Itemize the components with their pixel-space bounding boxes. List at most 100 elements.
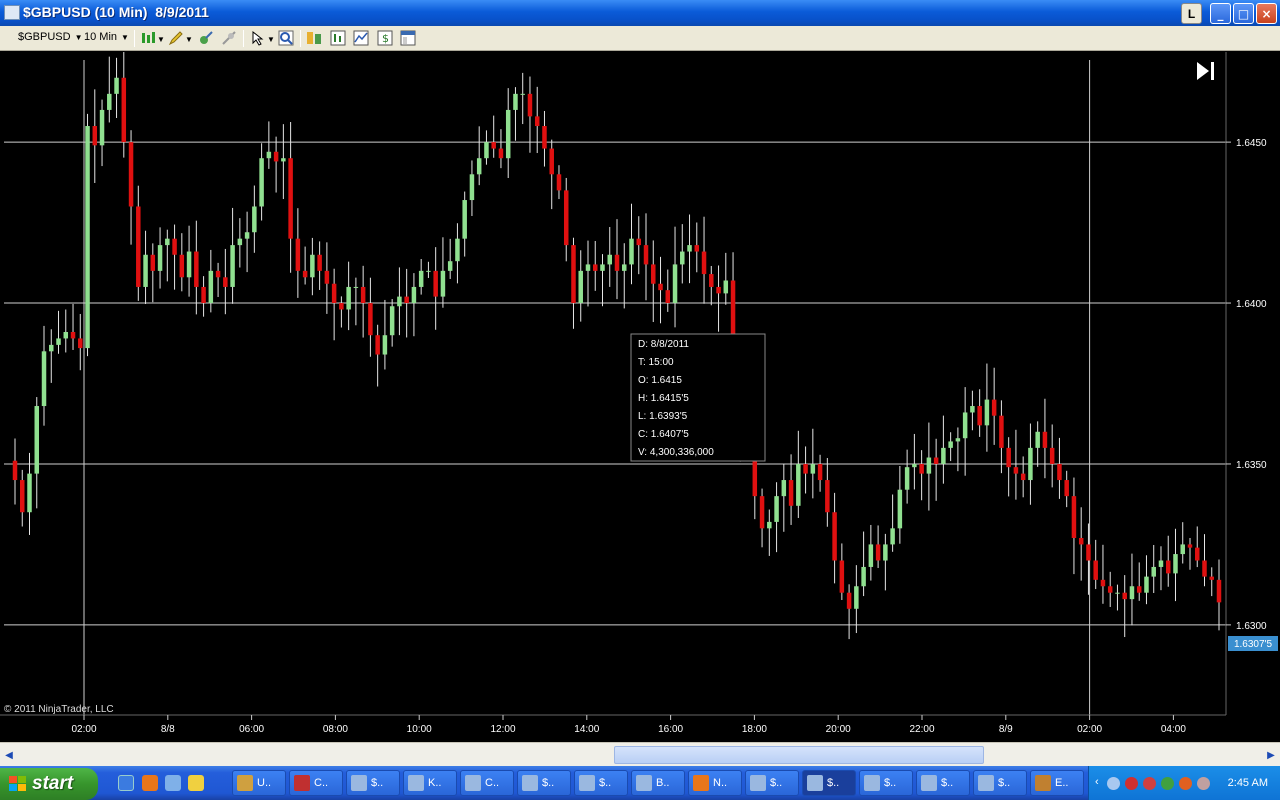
candle-up — [455, 238, 460, 262]
time-tick-label: 02:00 — [71, 724, 96, 735]
time-tick-label: 14:00 — [574, 724, 599, 735]
candle-up — [585, 264, 591, 271]
scroll-left-arrow[interactable]: ◀ — [0, 746, 18, 764]
window-icon — [750, 775, 766, 791]
candle-down — [194, 251, 199, 287]
candlestick-icon[interactable] — [140, 30, 156, 46]
taskbar-item[interactable]: $.. — [973, 770, 1027, 796]
candle-up — [810, 463, 816, 474]
svg-text:$: $ — [382, 32, 389, 45]
close-button[interactable]: × — [1256, 3, 1277, 24]
chart-toolbar: $GBPUSD ▼ 10 Min ▼ ▼ ▼ ▼ $ — [0, 26, 1280, 51]
antivirus-icon[interactable] — [1143, 777, 1156, 790]
window-icon — [237, 775, 253, 791]
candle-up — [208, 270, 214, 304]
chevron-down-icon[interactable]: ▼ — [267, 35, 275, 44]
security-icon[interactable] — [1125, 777, 1138, 790]
link-button[interactable]: L — [1181, 3, 1202, 24]
chevron-down-icon[interactable]: ▼ — [185, 35, 193, 44]
network-icon[interactable] — [1107, 777, 1120, 790]
chevron-left-icon[interactable]: ‹ — [1095, 776, 1099, 788]
taskbar-item[interactable]: E.. — [1030, 770, 1084, 796]
media-player-icon[interactable] — [188, 775, 204, 791]
candle-up — [165, 238, 170, 246]
taskbar-item[interactable]: U.. — [232, 770, 286, 796]
taskbar-item[interactable]: N.. — [688, 770, 742, 796]
candle-down — [636, 238, 642, 246]
strategy-icon[interactable]: $ — [377, 30, 393, 46]
time-tick-label: 20:00 — [826, 724, 851, 735]
candle-up — [281, 158, 286, 162]
toolbar-separator — [300, 30, 301, 47]
candle-down — [1057, 463, 1062, 481]
properties-icon[interactable] — [400, 30, 416, 46]
chevron-down-icon: ▼ — [74, 32, 83, 42]
volume-icon[interactable] — [1197, 777, 1210, 790]
scroll-right-arrow[interactable]: ▶ — [1262, 746, 1280, 764]
candle-down — [709, 274, 714, 287]
pencil-icon[interactable] — [168, 30, 184, 46]
bars-icon[interactable] — [306, 30, 322, 46]
title-bar: $GBPUSD (10 Min) 8/9/2011 L _ □ × — [0, 0, 1280, 26]
price-chart[interactable]: 1.6450 1.6400 1.6350 1.6300 02:00 8/8 06:00 08… — [0, 52, 1280, 742]
crosshair-icon[interactable] — [198, 30, 214, 46]
pointer-icon[interactable] — [250, 30, 266, 46]
instrument-selector[interactable]: $GBPUSD ▼ — [18, 31, 83, 43]
scroll-thumb[interactable] — [614, 746, 984, 764]
time-tick-label: 02:00 — [1077, 724, 1102, 735]
taskbar-item[interactable]: B.. — [631, 770, 685, 796]
candle-down — [295, 238, 301, 271]
candle-up — [774, 496, 779, 522]
taskbar: start U.. C.. $.. K.. C.. $.. $.. B.. N.. $.. $.. $… — [0, 766, 1280, 800]
ie-icon[interactable] — [118, 775, 134, 791]
taskbar-item[interactable]: $.. — [517, 770, 571, 796]
candle-up — [687, 245, 692, 252]
candle-down — [991, 399, 997, 416]
taskbar-item[interactable]: C.. — [289, 770, 343, 796]
taskbar-item[interactable]: $.. — [346, 770, 400, 796]
data-box-icon[interactable] — [330, 30, 346, 46]
taskbar-item-label: E.. — [1055, 777, 1069, 789]
taskbar-item[interactable]: $.. — [916, 770, 970, 796]
chevron-down-icon[interactable]: ▼ — [157, 35, 165, 44]
candle-down — [759, 496, 765, 529]
candle-down — [527, 93, 533, 117]
taskbar-item[interactable]: $.. — [859, 770, 913, 796]
candle-down — [1202, 560, 1207, 577]
maximize-button[interactable]: □ — [1233, 3, 1254, 24]
firefox-icon[interactable] — [142, 775, 158, 791]
candle-down — [534, 116, 540, 127]
candle-down — [339, 303, 344, 310]
candle-down — [375, 335, 380, 355]
candle-up — [252, 206, 257, 233]
update-icon[interactable] — [1179, 777, 1192, 790]
candle-down — [1049, 447, 1055, 464]
indicator-icon[interactable] — [353, 30, 369, 46]
zoom-icon[interactable] — [221, 30, 237, 46]
taskbar-item-label: $.. — [542, 777, 555, 789]
wifi-icon[interactable] — [1161, 777, 1174, 790]
taskbar-item[interactable]: C.. — [460, 770, 514, 796]
start-button[interactable]: start — [0, 768, 98, 800]
taskbar-item[interactable]: $.. — [802, 770, 856, 796]
interval-selector[interactable]: 10 Min ▼ — [84, 31, 129, 43]
horizontal-scrollbar[interactable]: ◀ ▶ — [0, 742, 1280, 766]
taskbar-item[interactable]: K.. — [403, 770, 457, 796]
windows-flag-icon — [9, 776, 26, 791]
minimize-button[interactable]: _ — [1210, 3, 1231, 24]
candle-up — [948, 441, 953, 448]
desktop-icon[interactable] — [165, 775, 181, 791]
candle-down — [933, 457, 939, 464]
candle-up — [520, 93, 525, 95]
taskbar-item[interactable]: $.. — [745, 770, 799, 796]
time-tick-label: 18:00 — [742, 724, 767, 735]
magnifier-icon[interactable] — [278, 30, 294, 46]
price-tick-label: 1.6450 — [1236, 138, 1267, 149]
taskbar-item-label: B.. — [656, 777, 670, 789]
candle-down — [1093, 560, 1098, 580]
candle-up — [186, 251, 192, 278]
candle-up — [926, 457, 932, 474]
taskbar-item[interactable]: $.. — [574, 770, 628, 796]
candle-up — [484, 142, 489, 159]
clock: 2:45 AM — [1227, 777, 1268, 789]
